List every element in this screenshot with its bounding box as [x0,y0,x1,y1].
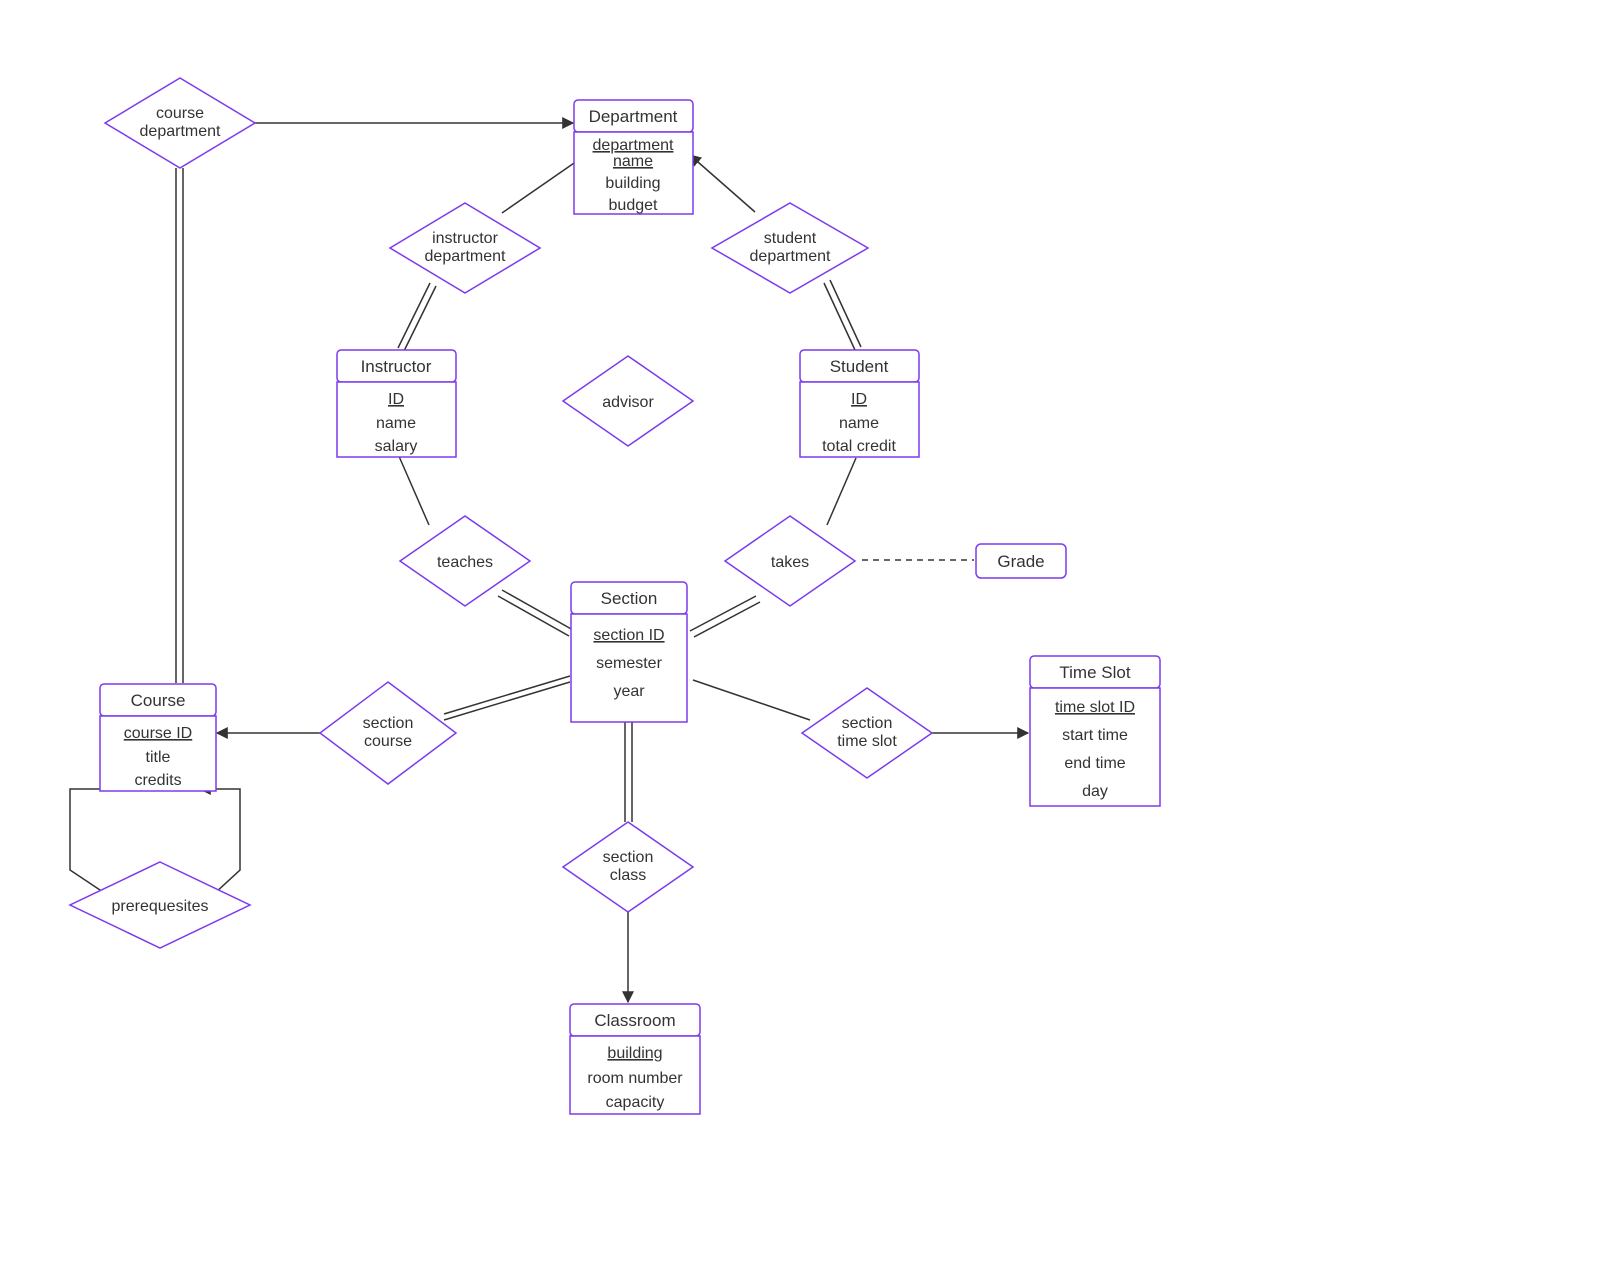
edge-takes-to-student [827,458,856,525]
rel-text: advisor [602,394,654,411]
rel-takes: takes [725,516,855,606]
entity-attr: semester [596,655,662,672]
entity-student: Student ID name total credit [800,350,919,457]
entity-title: Section [601,589,658,608]
edge-sec-class-to-section [625,722,632,822]
entity-title: Time Slot [1059,663,1130,682]
rel-text: course [156,105,204,122]
entity-attr: building [607,1045,662,1062]
entity-attr: ID [851,391,867,408]
rel-text: course [364,733,412,750]
edge-prereq-left [70,789,106,894]
entity-attr: building [605,175,660,192]
entity-grade: Grade [976,544,1066,578]
entity-attr: total credit [822,438,896,455]
entity-attr: name [376,415,416,432]
edge-stud-dept-to-department [690,155,755,212]
entity-title: Classroom [594,1011,675,1030]
edge-sec-course-to-section [444,676,570,720]
entity-timeslot: Time Slot time slot ID start time end ti… [1030,656,1160,806]
entity-attr: title [146,749,171,766]
rel-text: takes [771,554,809,571]
edge-prereq-right [200,789,240,894]
rel-advisor: advisor [563,356,693,446]
rel-text: prerequesites [112,898,209,915]
entity-classroom: Classroom building room number capacity [570,1004,700,1114]
entity-section: Section section ID semester year [571,582,687,722]
entity-title: Department [589,107,678,126]
rel-text: section [603,849,654,866]
entity-attr: name [839,415,879,432]
rel-instructor-department: instructor department [390,203,540,293]
entity-attr: end time [1064,755,1125,772]
entity-attr: budget [609,197,658,214]
rel-section-time-slot: section time slot [802,688,932,778]
edge-teaches-to-section [498,590,573,636]
entity-attr: capacity [606,1094,665,1111]
rel-prerequisites: prerequesites [70,862,250,948]
entity-title: Student [830,357,889,376]
entity-attr: ID [388,391,404,408]
edge-instr-dept-to-instructor [398,283,436,351]
rel-section-course: section course [320,682,456,784]
entity-title: Instructor [361,357,432,376]
rel-text: student [764,230,817,247]
entity-attr: course ID [124,725,192,742]
rel-text: teaches [437,554,493,571]
entity-title: Course [131,691,186,710]
edge-course-dept-to-course [176,168,183,683]
rel-text: department [140,123,221,140]
entity-course: Course course ID title credits [100,684,216,791]
entity-title: Grade [997,552,1044,571]
rel-text: section [842,715,893,732]
rel-text: department [425,248,506,265]
rel-teaches: teaches [400,516,530,606]
entity-attr: time slot ID [1055,699,1135,716]
entity-department: Department department name building budg… [574,100,693,214]
entity-attr: day [1082,783,1108,800]
rel-text: section [363,715,414,732]
entity-attr: start time [1062,727,1128,744]
edge-stud-dept-to-student [824,280,861,350]
entity-attr: credits [134,772,181,789]
rel-text: time slot [837,733,897,750]
entity-attr: room number [587,1070,683,1087]
rel-course-department: course department [105,78,255,168]
entity-attr: department [593,137,674,154]
rel-text: instructor [432,230,498,247]
edge-teaches-to-instructor [398,454,429,525]
entity-attr: section ID [593,627,664,644]
edge-takes-to-section [690,596,760,637]
edge-sec-ts-to-section [693,680,810,720]
entity-attr: year [613,683,645,700]
entity-attr: salary [375,438,418,455]
entity-instructor: Instructor ID name salary [337,350,456,457]
rel-text: department [750,248,831,265]
entity-attr-cont: name [613,153,653,170]
rel-student-department: student department [712,203,868,293]
rel-text: class [610,867,646,884]
rel-section-class: section class [563,822,693,912]
